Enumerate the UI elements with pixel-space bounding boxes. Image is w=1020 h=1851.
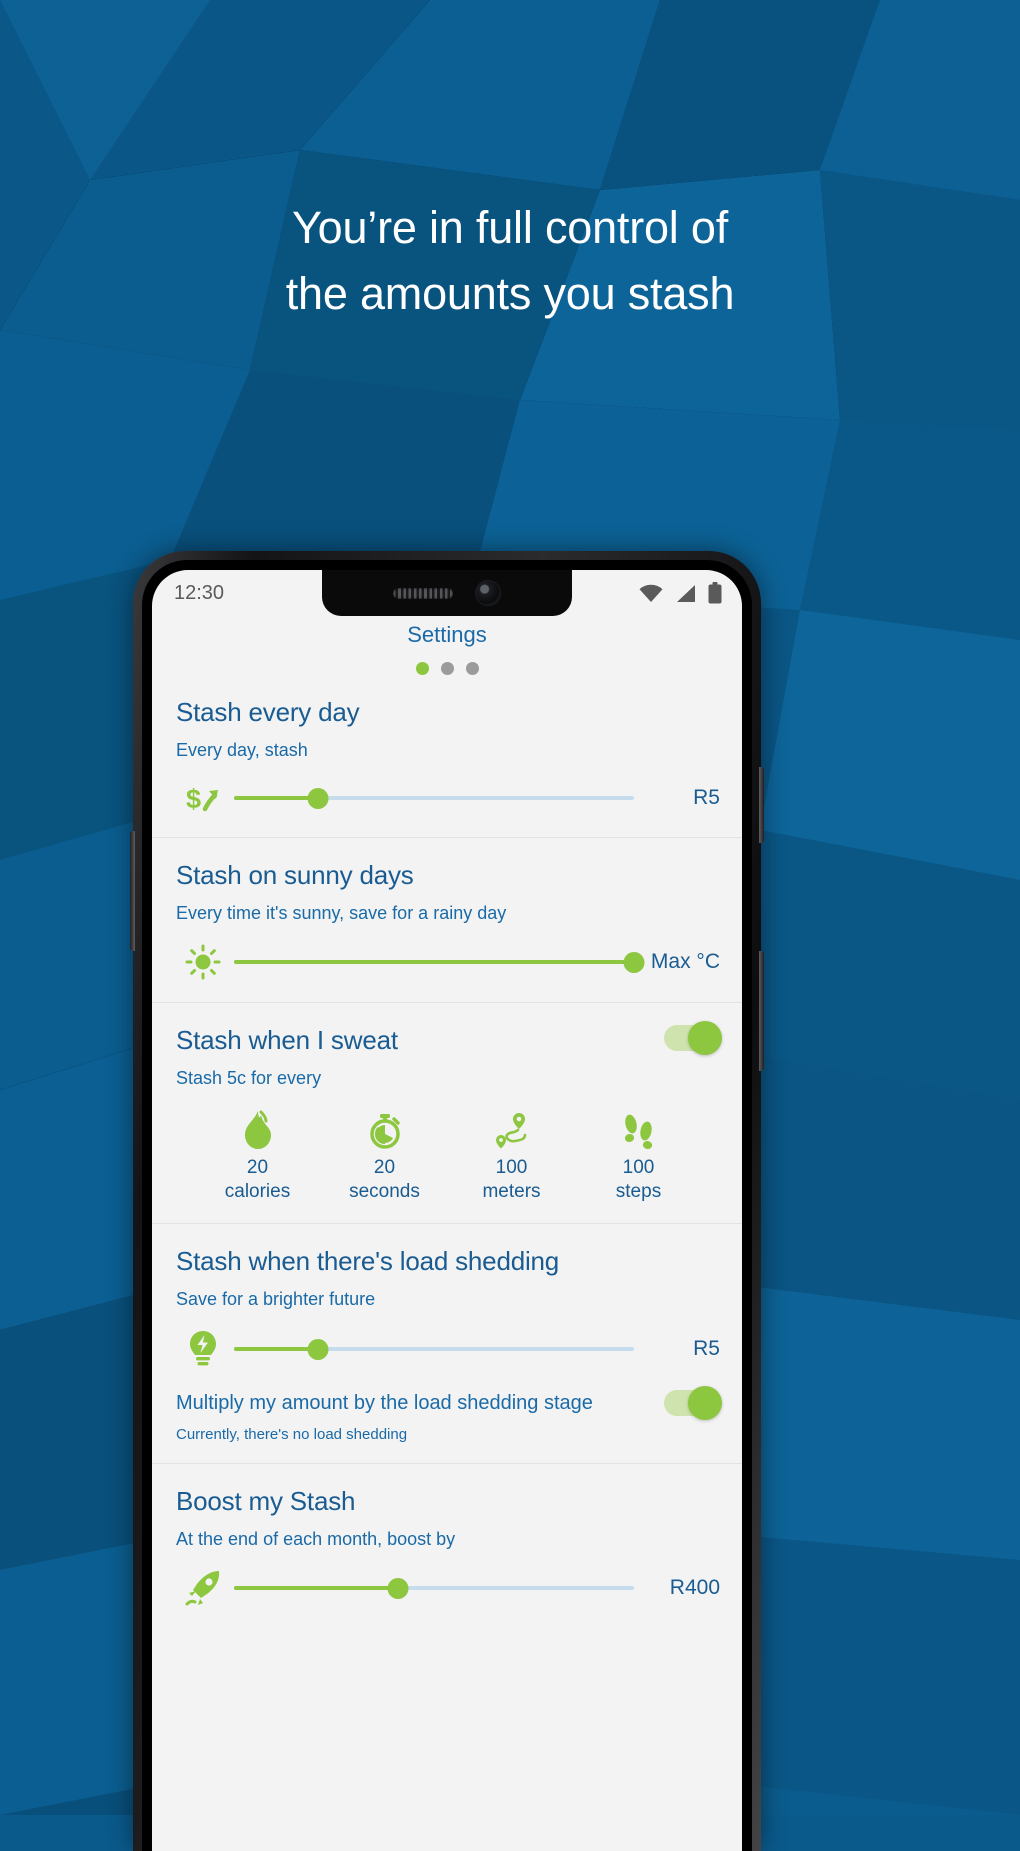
metric-value: 20 [373, 1157, 396, 1178]
setting-section-stash-load-shedding: Stash when there's load shedding Save fo… [152, 1224, 742, 1464]
stash-sunny-slider[interactable] [234, 951, 645, 973]
section-title: Stash when I sweat [176, 1025, 398, 1055]
load-shedding-multiplier-toggle[interactable] [664, 1386, 722, 1420]
toggle-knob [688, 1386, 722, 1420]
section-subtitle: Every day, stash [176, 740, 308, 760]
cellular-signal-icon [677, 584, 695, 602]
slider-thumb[interactable] [307, 1338, 329, 1360]
metric-value: 20 [246, 1157, 269, 1178]
slider-thumb[interactable] [623, 951, 645, 973]
boost-slider[interactable] [234, 1577, 634, 1599]
stash-every-day-slider[interactable] [234, 787, 634, 809]
slider-fill [234, 796, 318, 800]
metric-calories[interactable]: 20 calories [203, 1109, 313, 1203]
stopwatch-icon [368, 1109, 402, 1151]
section-title: Stash every day [176, 697, 360, 727]
multiplier-row: Multiply my amount by the load shedding … [176, 1386, 722, 1420]
metric-value: 100 [495, 1157, 528, 1178]
money-up-icon: $ [176, 779, 230, 817]
phone-screen: 12:30 Settings Stash every day Every day… [152, 570, 742, 1851]
setting-section-stash-when-i-sweat: Stash when I sweat Stash 5c for every 20… [152, 1003, 742, 1224]
section-subtitle: Stash 5c for every [176, 1068, 322, 1088]
section-title: Boost my Stash [176, 1486, 356, 1516]
earpiece-speaker-icon [393, 587, 453, 599]
slider-value: R5 [693, 1337, 720, 1360]
battery-icon [708, 582, 722, 604]
slider-value: R400 [669, 1576, 720, 1599]
metric-label: seconds [349, 1181, 420, 1202]
promo-headline: You’re in full control of the amounts yo… [0, 195, 1020, 327]
setting-section-stash-every-day: Stash every day Every day, stash $ R5 [152, 675, 742, 838]
metric-label: meters [482, 1181, 541, 1202]
section-subtitle: Save for a brighter future [176, 1289, 376, 1309]
slider-row: R400 [176, 1568, 720, 1608]
section-title: Stash when there's load shedding [176, 1246, 560, 1276]
stash-when-i-sweat-toggle[interactable] [664, 1021, 722, 1055]
slider-fill [234, 1347, 318, 1351]
slider-value: R5 [693, 786, 720, 809]
metric-label: calories [224, 1181, 291, 1202]
flame-icon [241, 1109, 275, 1151]
slider-row: Max °C [176, 942, 720, 982]
metric-seconds[interactable]: 20 seconds [330, 1109, 440, 1203]
section-subtitle: At the end of each month, boost by [176, 1529, 456, 1549]
load-shedding-status-note: Currently, there's no load shedding [176, 1426, 408, 1443]
section-subtitle: Every time it's sunny, save for a rainy … [176, 903, 507, 923]
metric-steps[interactable]: 100 steps [584, 1109, 694, 1203]
slider-fill [234, 1586, 398, 1590]
headline-line-2: the amounts you stash [285, 268, 735, 319]
slider-thumb[interactable] [387, 1577, 409, 1599]
slider-row: $ R5 [176, 779, 720, 817]
toggle-knob [688, 1021, 722, 1055]
setting-section-boost-my-stash: Boost my Stash At the end of each month,… [152, 1464, 742, 1628]
slider-thumb[interactable] [307, 787, 329, 809]
sun-icon [176, 942, 230, 982]
multiplier-label: Multiply my amount by the load shedding … [176, 1391, 593, 1414]
phone-power-button [759, 767, 764, 843]
status-bar-time: 12:30 [174, 581, 225, 604]
rocket-icon [176, 1568, 230, 1608]
metric-value: 100 [622, 1157, 655, 1178]
pager-dots[interactable] [152, 662, 742, 675]
phone-mockup: 12:30 Settings Stash every day Every day… [130, 551, 764, 1851]
metric-label: steps [615, 1181, 662, 1202]
phone-volume-button-left [130, 831, 135, 951]
slider-row: R5 [176, 1328, 720, 1370]
sweat-metrics: 20 calories 20 seconds 100 meters 100 st… [176, 1109, 720, 1203]
phone-notch [322, 570, 572, 616]
slider-fill [234, 960, 634, 964]
page-title: Settings [407, 622, 487, 647]
settings-list: Stash every day Every day, stash $ R5 St… [152, 675, 742, 1628]
pager-dot-2[interactable] [440, 662, 454, 675]
phone-volume-button-right [759, 951, 764, 1071]
wifi-icon [639, 584, 663, 602]
section-title: Stash on sunny days [176, 860, 414, 890]
slider-value: Max °C [650, 950, 720, 973]
route-pin-icon [493, 1109, 531, 1151]
load-shedding-slider[interactable] [234, 1338, 634, 1360]
section-header: Stash when I sweat [176, 1021, 722, 1056]
setting-section-stash-on-sunny-days: Stash on sunny days Every time it's sunn… [152, 838, 742, 1003]
metric-meters[interactable]: 100 meters [457, 1109, 567, 1203]
phone-bezel: 12:30 Settings Stash every day Every day… [142, 560, 752, 1851]
pager-dot-3[interactable] [465, 662, 479, 675]
footsteps-icon [621, 1109, 657, 1151]
lightbulb-bolt-icon [176, 1328, 230, 1370]
svg-text:$: $ [186, 784, 201, 814]
headline-line-1: You’re in full control of [291, 202, 729, 253]
pager-dot-1[interactable] [415, 662, 429, 675]
status-bar-icons [639, 582, 722, 604]
front-camera-icon [475, 580, 501, 606]
